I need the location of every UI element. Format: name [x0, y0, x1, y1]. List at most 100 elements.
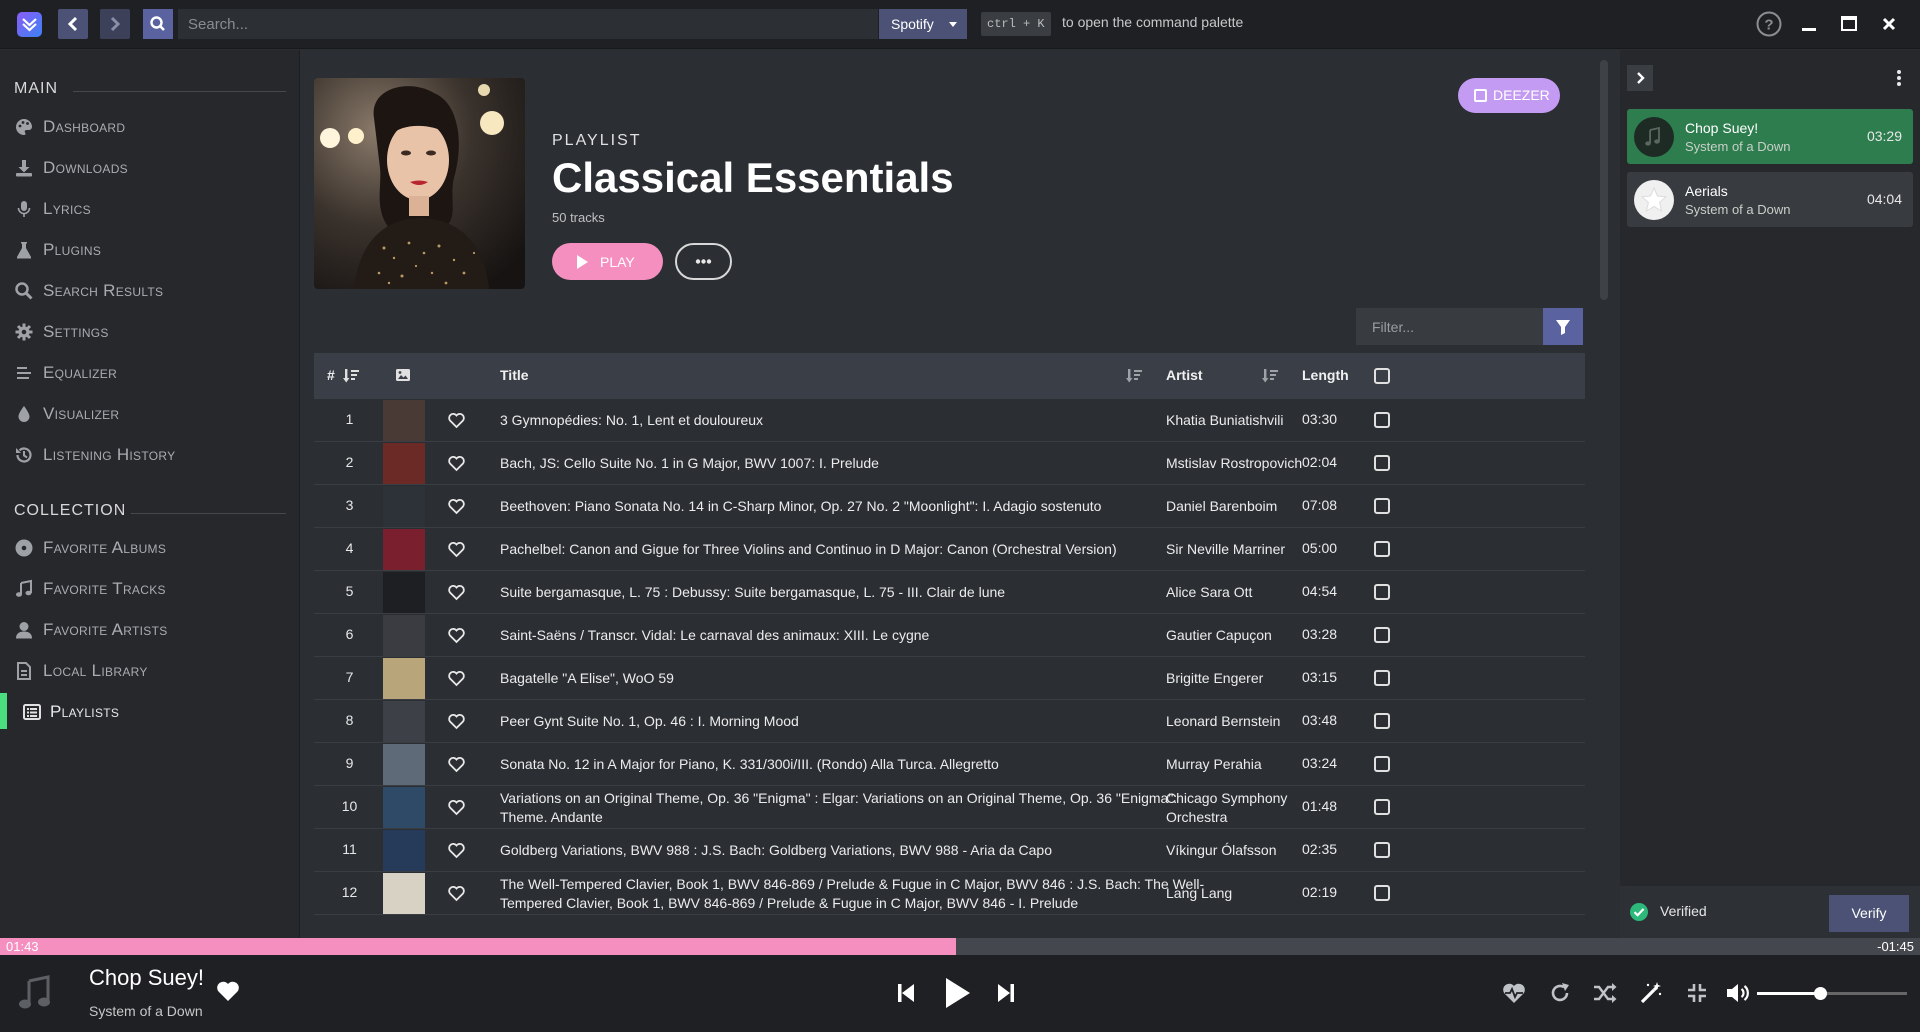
- table-row[interactable]: 5 Suite bergamasque, L. 75 : Debussy: Sui…: [314, 571, 1585, 614]
- sidebar-item-favorite-artists[interactable]: Favorite Artists: [0, 611, 299, 647]
- track-title[interactable]: Bach, JS: Cello Suite No. 1 in G Major, …: [500, 454, 1220, 473]
- track-artist[interactable]: Gautier Capuçon: [1166, 626, 1306, 645]
- select-all-checkbox[interactable]: [1374, 368, 1390, 384]
- track-select-checkbox[interactable]: [1374, 799, 1390, 815]
- heart-outline-icon[interactable]: [448, 885, 465, 902]
- heart-outline-icon[interactable]: [448, 412, 465, 429]
- search-provider-select[interactable]: Spotify: [879, 9, 967, 39]
- sort-icon[interactable]: [1126, 368, 1142, 384]
- play-button[interactable]: PLAY: [552, 243, 663, 280]
- track-title[interactable]: 3 Gymnopédies: No. 1, Lent et douloureux: [500, 411, 1220, 430]
- track-select-checkbox[interactable]: [1374, 541, 1390, 557]
- verify-button[interactable]: Verify: [1829, 895, 1909, 932]
- sidebar-item-downloads[interactable]: Downloads: [0, 149, 299, 185]
- column-length[interactable]: Length: [1302, 367, 1349, 383]
- track-artist[interactable]: Murray Perahia: [1166, 755, 1306, 774]
- filter-button[interactable]: [1543, 308, 1583, 345]
- help-button[interactable]: ?: [1756, 11, 1782, 37]
- more-options-button[interactable]: [675, 243, 732, 280]
- sidebar-item-lyrics[interactable]: Lyrics: [0, 190, 299, 226]
- sidebar-item-settings[interactable]: Settings: [0, 313, 299, 349]
- seek-bar[interactable]: 01:43 -01:45: [0, 938, 1920, 955]
- track-title[interactable]: Variations on an Original Theme, Op. 36 …: [500, 789, 1220, 827]
- volume-knob[interactable]: [1814, 987, 1827, 1000]
- sidebar-item-listening-history[interactable]: Listening History: [0, 436, 299, 472]
- sidebar-item-equalizer[interactable]: Equalizer: [0, 354, 299, 390]
- track-select-checkbox[interactable]: [1374, 885, 1390, 901]
- play-icon[interactable]: [942, 976, 972, 1010]
- track-artist[interactable]: Khatia Buniatishvili: [1166, 411, 1306, 430]
- shuffle-icon[interactable]: [1593, 982, 1617, 1004]
- sidebar-item-local-library[interactable]: Local Library: [0, 652, 299, 688]
- heart-filled-icon[interactable]: [216, 980, 240, 1002]
- track-title[interactable]: Sonata No. 12 in A Major for Piano, K. 3…: [500, 755, 1220, 774]
- track-artist[interactable]: Daniel Barenboim: [1166, 497, 1306, 516]
- sidebar-item-plugins[interactable]: Plugins: [0, 231, 299, 267]
- heart-outline-icon[interactable]: [448, 842, 465, 859]
- track-select-checkbox[interactable]: [1374, 498, 1390, 514]
- table-row[interactable]: 7 Bagatelle "A Elise", WoO 59 Brigitte Eng…: [314, 657, 1585, 700]
- previous-track-icon[interactable]: [896, 982, 916, 1004]
- track-select-checkbox[interactable]: [1374, 412, 1390, 428]
- heart-outline-icon[interactable]: [448, 713, 465, 730]
- track-title[interactable]: Saint-Saëns / Transcr. Vidal: Le carnava…: [500, 626, 1220, 645]
- table-row[interactable]: 9 Sonata No. 12 in A Major for Piano, K. …: [314, 743, 1585, 786]
- track-select-checkbox[interactable]: [1374, 842, 1390, 858]
- table-row[interactable]: 8 Peer Gynt Suite No. 1, Op. 46 : I. Morn…: [314, 700, 1585, 743]
- heart-outline-icon[interactable]: [448, 627, 465, 644]
- magic-wand-icon[interactable]: [1639, 981, 1663, 1005]
- sidebar-item-favorite-albums[interactable]: Favorite Albums: [0, 529, 299, 565]
- track-select-checkbox[interactable]: [1374, 713, 1390, 729]
- back-button[interactable]: [58, 9, 88, 39]
- table-row[interactable]: 12 The Well-Tempered Clavier, Book 1, BWV…: [314, 872, 1585, 915]
- column-title[interactable]: Title: [500, 367, 529, 383]
- forward-button[interactable]: [100, 9, 130, 39]
- table-row[interactable]: 3 Beethoven: Piano Sonata No. 14 in C-Sha…: [314, 485, 1585, 528]
- sidebar-item-favorite-tracks[interactable]: Favorite Tracks: [0, 570, 299, 606]
- heart-outline-icon[interactable]: [448, 584, 465, 601]
- heart-outline-icon[interactable]: [448, 455, 465, 472]
- track-title[interactable]: The Well-Tempered Clavier, Book 1, BWV 8…: [500, 875, 1220, 913]
- kebab-menu-icon[interactable]: [1896, 68, 1902, 88]
- table-row[interactable]: 10 Variations on an Original Theme, Op. 3…: [314, 786, 1585, 829]
- track-artist[interactable]: Leonard Bernstein: [1166, 712, 1306, 731]
- sidebar-item-dashboard[interactable]: Dashboard: [0, 108, 299, 144]
- track-title[interactable]: Pachelbel: Canon and Gigue for Three Vio…: [500, 540, 1220, 559]
- table-row[interactable]: 1 3 Gymnopédies: No. 1, Lent et douloureu…: [314, 399, 1585, 442]
- track-title[interactable]: Bagatelle "A Elise", WoO 59: [500, 669, 1220, 688]
- table-row[interactable]: 4 Pachelbel: Canon and Gigue for Three Vi…: [314, 528, 1585, 571]
- table-row[interactable]: 2 Bach, JS: Cello Suite No. 1 in G Major,…: [314, 442, 1585, 485]
- track-select-checkbox[interactable]: [1374, 455, 1390, 471]
- collapse-panel-button[interactable]: [1627, 65, 1653, 91]
- source-deezer-button[interactable]: DEEZER: [1458, 78, 1560, 113]
- queue-item[interactable]: Aerials System of a Down 04:04: [1627, 172, 1913, 227]
- sidebar-item-search-results[interactable]: Search Results: [0, 272, 299, 308]
- volume-icon[interactable]: [1725, 982, 1751, 1004]
- track-title[interactable]: Suite bergamasque, L. 75 : Debussy: Suit…: [500, 583, 1220, 602]
- table-row[interactable]: 11 Goldberg Variations, BWV 988 : J.S. Ba…: [314, 829, 1585, 872]
- track-title[interactable]: Beethoven: Piano Sonata No. 14 in C-Shar…: [500, 497, 1220, 516]
- filter-input[interactable]: [1356, 308, 1543, 345]
- track-artist[interactable]: Lang Lang: [1166, 884, 1306, 903]
- search-button[interactable]: [143, 9, 173, 39]
- scrollbar[interactable]: [1600, 60, 1608, 300]
- track-artist[interactable]: Brigitte Engerer: [1166, 669, 1306, 688]
- track-artist[interactable]: Mstislav Rostropovich: [1166, 454, 1306, 473]
- sort-icon[interactable]: [343, 368, 359, 384]
- heart-outline-icon[interactable]: [448, 670, 465, 687]
- track-select-checkbox[interactable]: [1374, 584, 1390, 600]
- track-artist[interactable]: Víkingur Ólafsson: [1166, 841, 1306, 860]
- track-title[interactable]: Peer Gynt Suite No. 1, Op. 46 : I. Morni…: [500, 712, 1220, 731]
- search-input[interactable]: [178, 9, 878, 39]
- heart-outline-icon[interactable]: [448, 541, 465, 558]
- track-artist[interactable]: Alice Sara Ott: [1166, 583, 1306, 602]
- track-select-checkbox[interactable]: [1374, 670, 1390, 686]
- heart-outline-icon[interactable]: [448, 498, 465, 515]
- volume-slider[interactable]: [1757, 987, 1907, 1000]
- track-artist[interactable]: Chicago Symphony Orchestra: [1166, 789, 1306, 827]
- next-track-icon[interactable]: [996, 982, 1016, 1004]
- queue-item[interactable]: Chop Suey! System of a Down 03:29: [1627, 109, 1913, 164]
- sidebar-item-visualizer[interactable]: Visualizer: [0, 395, 299, 431]
- track-select-checkbox[interactable]: [1374, 627, 1390, 643]
- repeat-icon[interactable]: [1548, 981, 1572, 1005]
